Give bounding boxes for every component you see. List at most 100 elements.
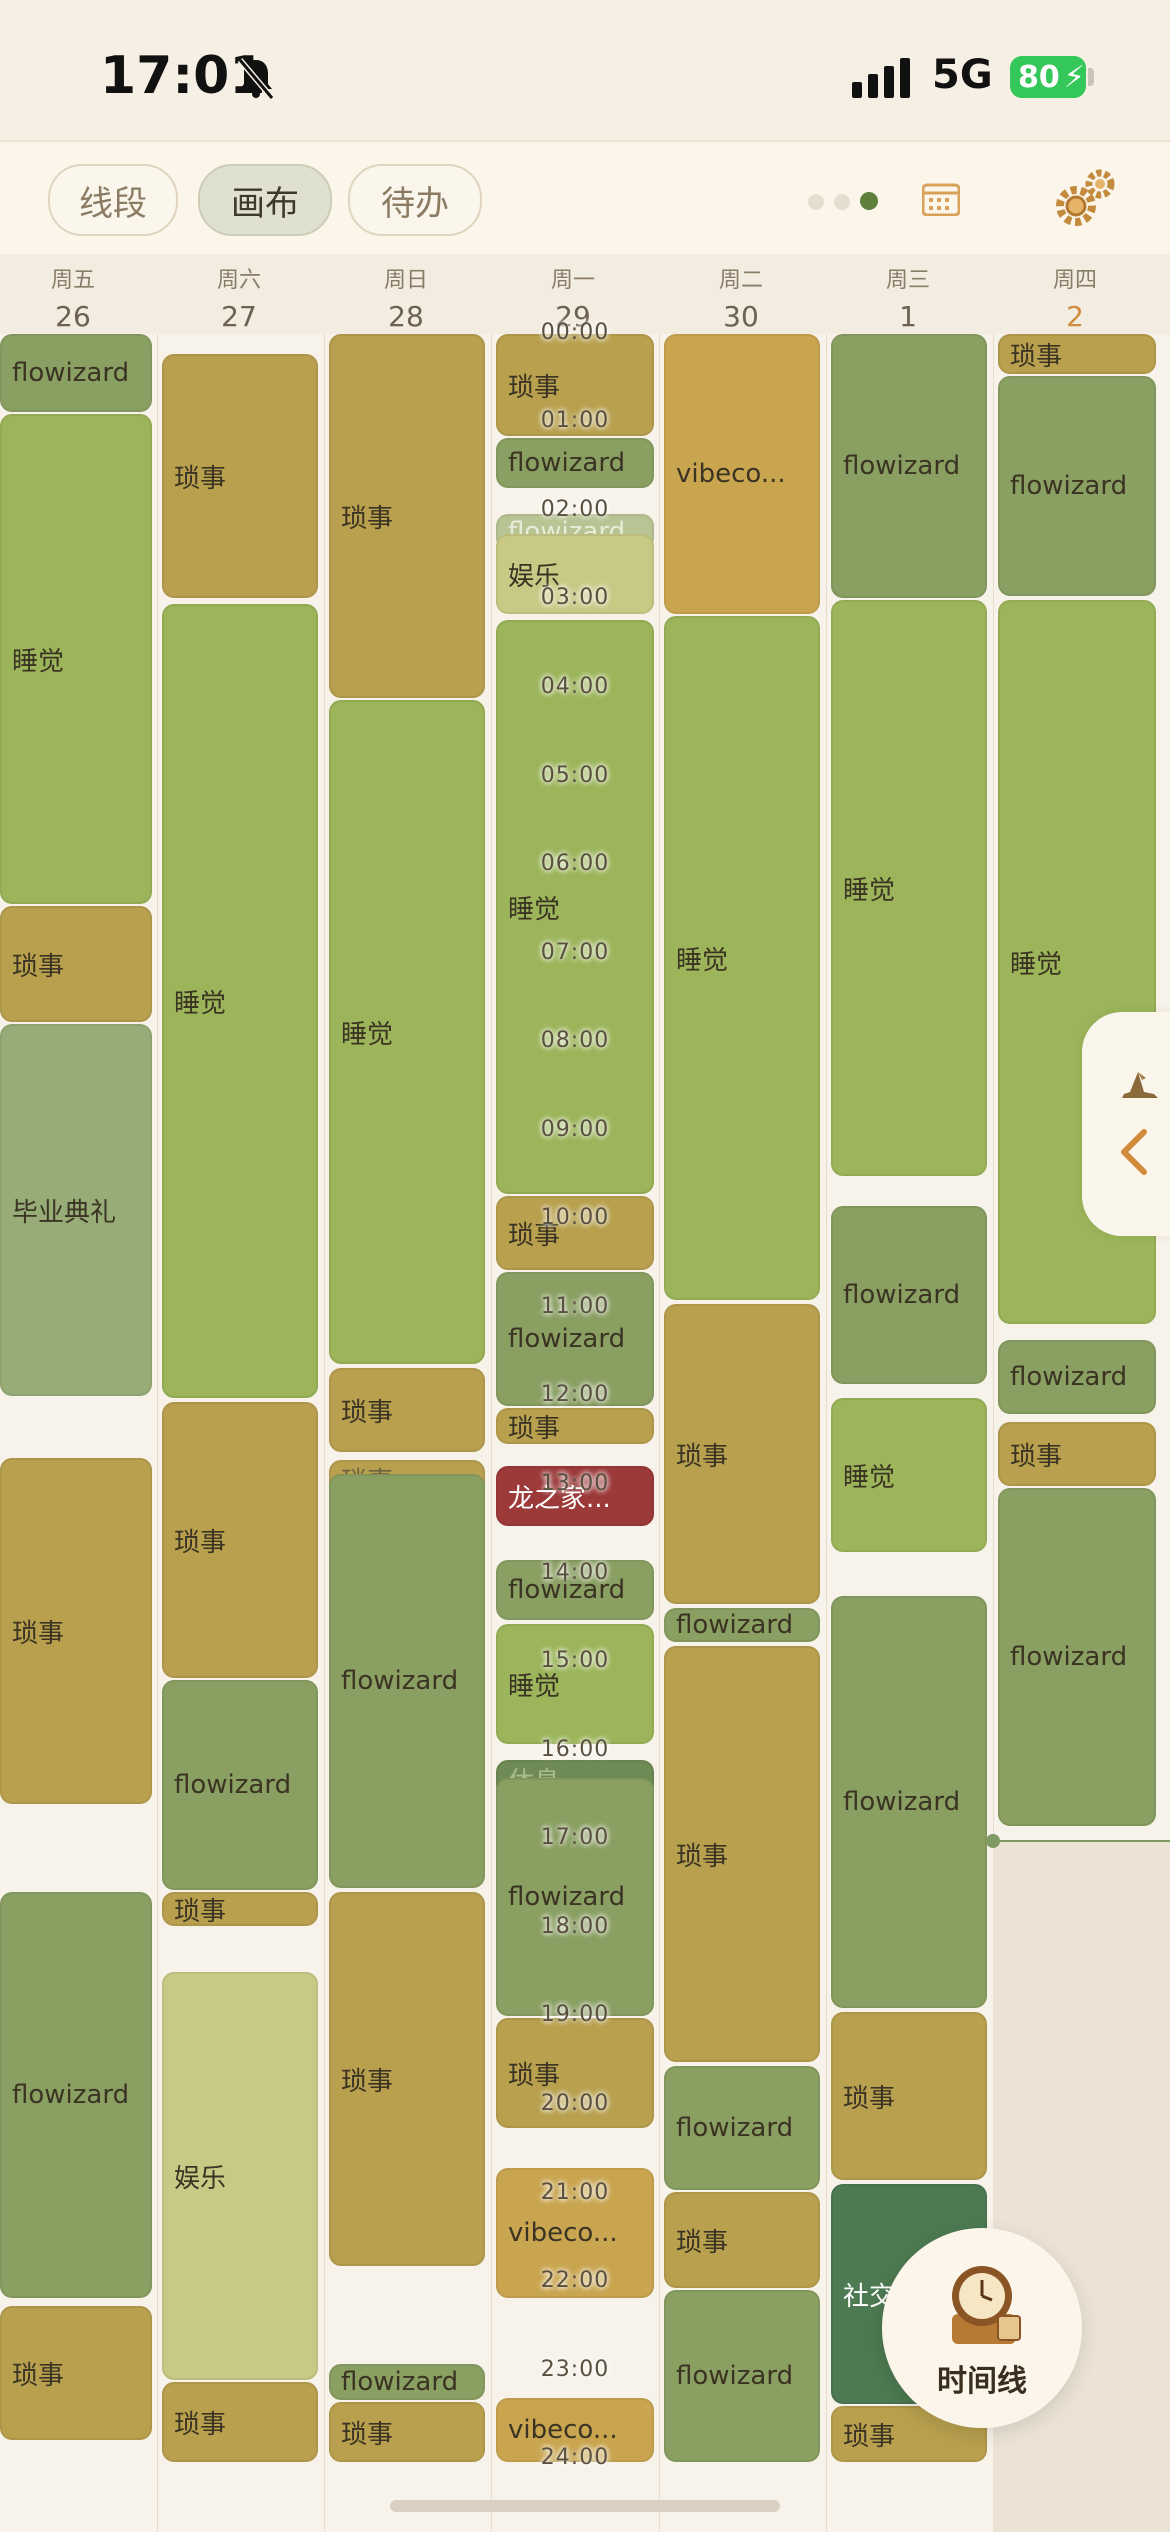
side-panel-handle[interactable]: [1082, 1012, 1170, 1236]
hour-label: 24:00: [540, 2445, 610, 2470]
battery-level: 80: [1018, 59, 1060, 95]
page-dot-active: [860, 192, 878, 210]
weekday-label: 周四: [1052, 268, 1097, 293]
toolbar: 线段 画布 待办: [0, 140, 1170, 256]
hour-label: 00:00: [540, 320, 610, 345]
hour-label: 01:00: [540, 408, 610, 433]
event-block[interactable]: flowizard: [831, 1206, 987, 1384]
day-header-cell-today[interactable]: 周四 2: [992, 262, 1158, 333]
column-divider: [826, 334, 827, 2532]
hour-label: 04:00: [540, 674, 610, 699]
event-block[interactable]: 琐事: [329, 334, 485, 698]
event-block[interactable]: 琐事: [998, 1422, 1156, 1486]
event-block[interactable]: 琐事: [664, 1304, 820, 1604]
event-block[interactable]: flowizard: [998, 1340, 1156, 1414]
column-divider: [659, 334, 660, 2532]
day-header-cell[interactable]: 周五 26: [0, 262, 156, 333]
event-block[interactable]: 睡觉: [664, 616, 820, 1300]
battery-cap: [1088, 68, 1094, 86]
event-block[interactable]: 琐事: [162, 1402, 318, 1678]
calendar-icon[interactable]: [922, 182, 960, 216]
event-block[interactable]: 琐事: [162, 1892, 318, 1926]
chevron-left-icon[interactable]: [1116, 1128, 1150, 1176]
wizard-hat-icon: [1122, 1072, 1158, 1098]
hour-label: 18:00: [540, 1914, 610, 1939]
hour-label: 15:00: [540, 1648, 610, 1673]
event-block[interactable]: 睡觉: [496, 620, 654, 1194]
event-block[interactable]: flowizard: [664, 1608, 820, 1642]
tab-todo[interactable]: 待办: [348, 164, 482, 236]
weekday-label: 周六: [216, 268, 261, 293]
hour-label: 09:00: [540, 1117, 610, 1142]
tab-canvas[interactable]: 画布: [198, 164, 332, 236]
page-dot: [808, 194, 824, 210]
hour-label: 19:00: [540, 2002, 610, 2027]
date-label: 1: [899, 300, 917, 333]
event-block[interactable]: flowizard: [664, 2290, 820, 2462]
event-block[interactable]: vibeco...: [664, 334, 820, 614]
event-block[interactable]: 琐事: [329, 1368, 485, 1452]
weekday-label: 周五: [50, 268, 95, 293]
battery-icon: 80 ⚡: [1010, 56, 1086, 98]
hour-label: 10:00: [540, 1205, 610, 1230]
date-label: 30: [723, 300, 759, 333]
event-block[interactable]: flowizard: [496, 1778, 654, 2016]
event-block[interactable]: flowizard: [0, 334, 152, 412]
event-block[interactable]: 娱乐: [162, 1972, 318, 2380]
event-block[interactable]: 琐事: [831, 2012, 987, 2180]
event-block[interactable]: flowizard: [496, 438, 654, 488]
weekday-label: 周日: [383, 268, 428, 293]
event-block[interactable]: 琐事: [496, 1408, 654, 1444]
hour-label: 13:00: [540, 1471, 610, 1496]
event-block[interactable]: flowizard: [831, 334, 987, 598]
event-block[interactable]: 琐事: [0, 2306, 152, 2440]
event-block[interactable]: 琐事: [162, 354, 318, 598]
hour-label: 22:00: [540, 2268, 610, 2293]
event-block[interactable]: 琐事: [0, 1458, 152, 1804]
day-header-cell[interactable]: 周三 1: [825, 262, 991, 333]
event-block[interactable]: 琐事: [329, 2402, 485, 2462]
date-label: 26: [55, 300, 91, 333]
network-type: 5G: [932, 52, 993, 98]
event-block[interactable]: 睡觉: [831, 1398, 987, 1552]
gear-icon[interactable]: [1050, 166, 1118, 232]
date-label: 28: [388, 300, 424, 333]
page-indicator[interactable]: [808, 192, 888, 214]
hour-label: 07:00: [540, 940, 610, 965]
date-label: 2: [1066, 300, 1084, 333]
day-header-cell[interactable]: 周日 28: [323, 262, 489, 333]
event-block[interactable]: 琐事: [998, 334, 1156, 374]
weekday-label: 周二: [718, 268, 763, 293]
signal-icon: [852, 58, 910, 98]
tab-segments[interactable]: 线段: [48, 164, 178, 236]
event-block[interactable]: flowizard: [998, 376, 1156, 596]
event-block[interactable]: 琐事: [162, 2382, 318, 2462]
event-block[interactable]: 睡觉: [496, 1624, 654, 1744]
event-block[interactable]: flowizard: [664, 2066, 820, 2190]
day-header-cell[interactable]: 周六 27: [156, 262, 322, 333]
event-block[interactable]: flowizard: [0, 1892, 152, 2298]
clock-icon: [952, 2266, 1021, 2344]
hour-label: 21:00: [540, 2180, 610, 2205]
hour-label: 08:00: [540, 1028, 610, 1053]
event-block[interactable]: flowizard: [329, 2364, 485, 2400]
day-header-cell[interactable]: 周二 30: [658, 262, 824, 333]
page-dot: [834, 194, 850, 210]
timeline-button[interactable]: 时间线: [882, 2228, 1082, 2428]
home-indicator: [390, 2500, 780, 2512]
event-block[interactable]: 琐事: [664, 1646, 820, 2062]
future-time-zone: [993, 1840, 1170, 2532]
event-block[interactable]: flowizard: [162, 1680, 318, 1890]
event-block[interactable]: 琐事: [0, 906, 152, 1022]
event-block[interactable]: 睡觉: [329, 700, 485, 1364]
event-block[interactable]: 睡觉: [0, 414, 152, 904]
event-block[interactable]: 睡觉: [162, 604, 318, 1398]
event-block[interactable]: 睡觉: [831, 600, 987, 1176]
event-block[interactable]: 琐事: [329, 1892, 485, 2266]
event-block[interactable]: flowizard: [831, 1596, 987, 2008]
hour-label: 20:00: [540, 2091, 610, 2116]
event-block[interactable]: flowizard: [329, 1474, 485, 1888]
event-block[interactable]: 毕业典礼: [0, 1024, 152, 1396]
event-block[interactable]: flowizard: [998, 1488, 1156, 1826]
event-block[interactable]: 琐事: [664, 2192, 820, 2288]
